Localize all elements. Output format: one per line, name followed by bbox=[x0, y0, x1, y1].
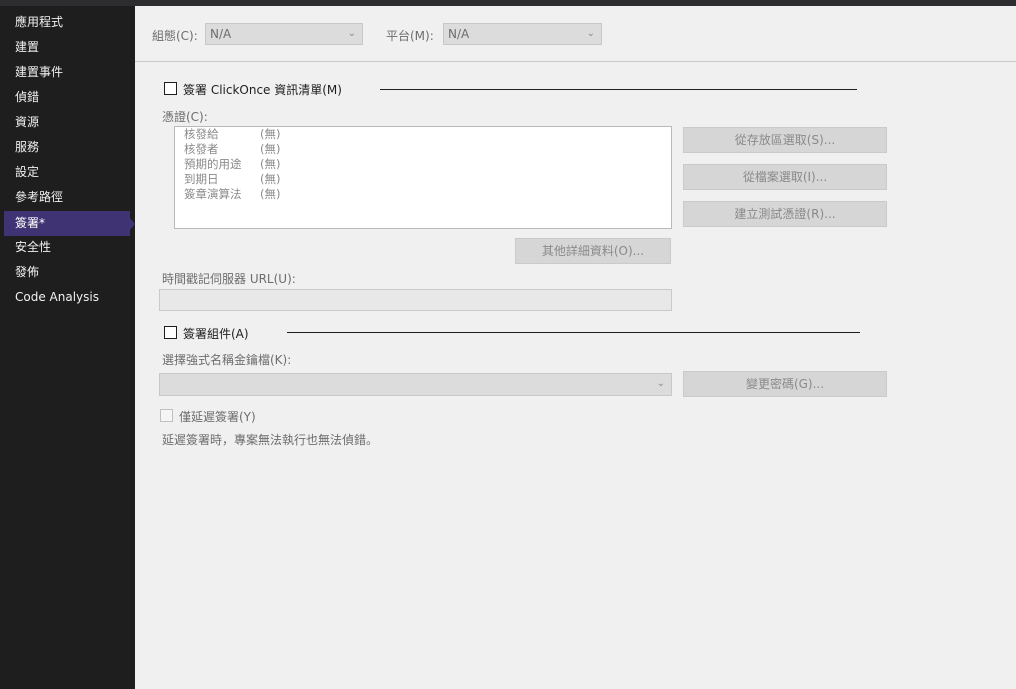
change-password-button[interactable]: 變更密碼(G)... bbox=[683, 371, 887, 397]
sign-assembly-label: 簽署組件(A) bbox=[183, 327, 249, 341]
more-details-button[interactable]: 其他詳細資料(O)... bbox=[515, 238, 671, 264]
create-test-certificate-button[interactable]: 建立測試憑證(R)... bbox=[683, 201, 887, 227]
certificate-details-box: 核發給 (無) 核發者 (無) 預期的用途 (無) 到期日 (無) 簽章演算法 (無) bbox=[174, 126, 672, 229]
sidebar-item-debug[interactable]: 偵錯 bbox=[4, 85, 130, 110]
cert-row-issued-to: 核發給 (無) bbox=[184, 127, 281, 141]
signing-page: 組態(C): N/A ⌄ 平台(M): N/A ⌄ 簽署 ClickOnce 資… bbox=[135, 6, 1016, 689]
delay-sign-checkbox[interactable] bbox=[160, 409, 173, 422]
cert-row-intended-purpose: 預期的用途 (無) bbox=[184, 157, 281, 171]
configuration-value: N/A bbox=[210, 27, 232, 41]
delay-sign-label: 僅延遲簽署(Y) bbox=[179, 410, 256, 424]
timestamp-server-label: 時間戳記伺服器 URL(U): bbox=[162, 272, 296, 286]
select-from-store-button[interactable]: 從存放區選取(S)... bbox=[683, 127, 887, 153]
section-rule bbox=[380, 89, 857, 90]
sidebar-item-reference-paths[interactable]: 參考路徑 bbox=[4, 185, 130, 210]
chevron-down-icon: ⌄ bbox=[586, 28, 595, 39]
key-file-dropdown[interactable]: ⌄ bbox=[159, 373, 672, 396]
header-divider bbox=[135, 61, 1016, 62]
delay-sign-note: 延遲簽署時，專案無法執行也無法偵錯。 bbox=[162, 433, 379, 447]
sidebar-item-settings[interactable]: 設定 bbox=[4, 160, 130, 185]
timestamp-server-input[interactable] bbox=[159, 289, 672, 311]
section-rule bbox=[287, 332, 860, 333]
sidebar-item-publish[interactable]: 發佈 bbox=[4, 260, 130, 285]
sidebar-item-build-events[interactable]: 建置事件 bbox=[4, 60, 130, 85]
key-file-label: 選擇強式名稱金鑰檔(K): bbox=[162, 353, 292, 367]
configuration-label: 組態(C): bbox=[152, 29, 198, 43]
platform-label: 平台(M): bbox=[386, 29, 434, 43]
sidebar-item-build[interactable]: 建置 bbox=[4, 35, 130, 60]
sidebar-item-signing[interactable]: 簽署* bbox=[4, 211, 135, 236]
certificate-label: 憑證(C): bbox=[162, 110, 208, 124]
cert-row-expiration: 到期日 (無) bbox=[184, 172, 281, 186]
sign-assembly-checkbox[interactable] bbox=[164, 326, 177, 339]
sidebar-item-code-analysis[interactable]: Code Analysis bbox=[4, 285, 130, 310]
chevron-down-icon: ⌄ bbox=[656, 378, 665, 389]
select-from-file-button[interactable]: 從檔案選取(I)... bbox=[683, 164, 887, 190]
cert-row-issued-by: 核發者 (無) bbox=[184, 142, 281, 156]
configuration-dropdown[interactable]: N/A ⌄ bbox=[205, 23, 363, 45]
sign-clickonce-label: 簽署 ClickOnce 資訊清單(M) bbox=[183, 83, 342, 97]
sidebar-item-security[interactable]: 安全性 bbox=[4, 235, 130, 260]
sidebar-item-application[interactable]: 應用程式 bbox=[4, 10, 130, 35]
sidebar-item-services[interactable]: 服務 bbox=[4, 135, 130, 160]
sign-clickonce-checkbox[interactable] bbox=[164, 82, 177, 95]
platform-value: N/A bbox=[448, 27, 470, 41]
platform-dropdown[interactable]: N/A ⌄ bbox=[443, 23, 602, 45]
sidebar-item-resources[interactable]: 資源 bbox=[4, 110, 130, 135]
project-properties-sidebar: 應用程式 建置 建置事件 偵錯 資源 服務 設定 參考路徑 簽署* 安全性 發佈… bbox=[0, 6, 135, 689]
chevron-down-icon: ⌄ bbox=[347, 28, 356, 39]
cert-row-signature-algorithm: 簽章演算法 (無) bbox=[184, 187, 281, 201]
